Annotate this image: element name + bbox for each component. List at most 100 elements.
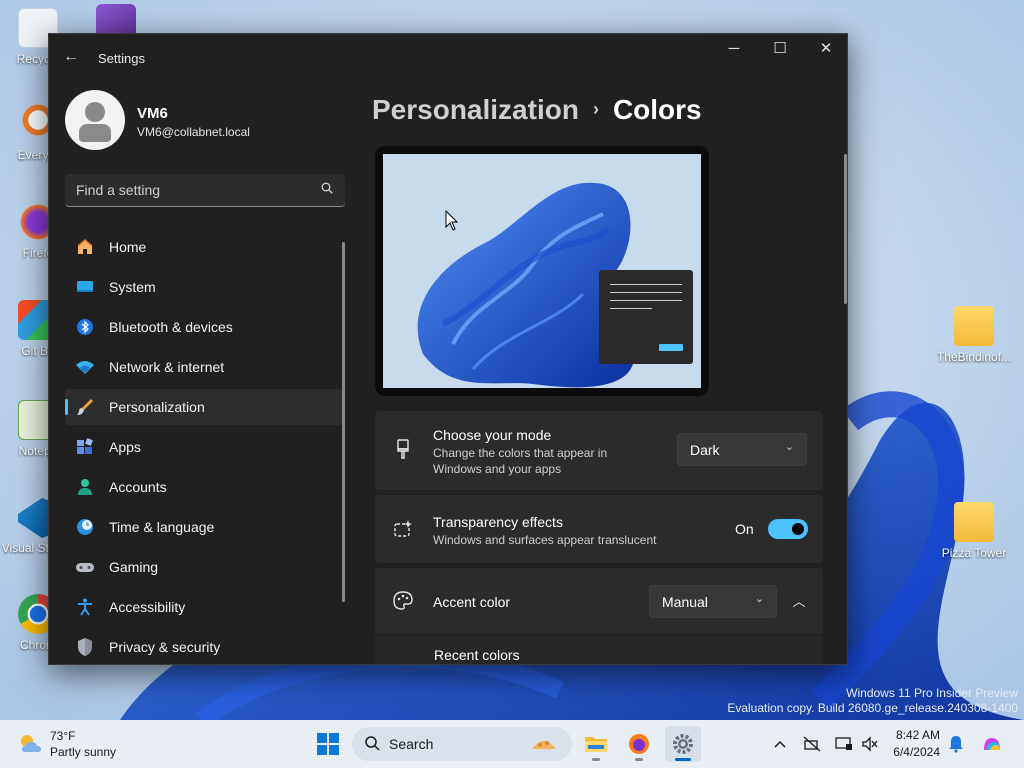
sidebar-item-apps[interactable]: Apps [65,429,343,465]
sidebar-scrollbar[interactable] [342,242,345,602]
profile-name: VM6 [137,105,168,122]
accent-title: Accent color [433,594,511,610]
sidebar-item-label: Gaming [109,559,159,575]
avatar-body [79,124,111,142]
sidebar-item-label: Home [109,239,147,255]
breadcrumb-parent[interactable]: Personalization [372,94,579,125]
avatar-head [85,102,105,122]
sidebar-item-accounts[interactable]: Accounts [65,469,343,505]
page-title: Colors [612,94,702,125]
chevron-right-icon: › [592,99,599,119]
taskbar-search-label: Search [389,736,434,752]
notification-bell-icon[interactable] [946,734,966,754]
gear-icon [673,734,693,754]
screen-icon[interactable] [834,734,854,754]
system-icon [77,281,93,292]
sidebar-item-label: System [109,279,156,295]
sidebar-item-label: Accessibility [109,599,186,615]
network-off-icon[interactable] [802,734,822,754]
brush-mode-icon [397,439,409,459]
accessibility-icon [78,598,92,616]
chevron-up-icon[interactable] [770,734,790,754]
folder-icon [585,737,607,752]
transparency-card: Transparency effects Windows and surface… [375,495,823,563]
sidebar-item-system[interactable]: System [65,269,343,305]
collapse-chevron-up-icon[interactable]: ︿ [787,590,811,614]
sidebar-item-bluetooth[interactable]: Bluetooth & devices [65,309,343,345]
search-input[interactable] [65,174,305,206]
preview-line [610,300,682,301]
transparency-subtitle: Windows and surfaces appear translucent [433,533,657,547]
sidebar-item-time-language[interactable]: Time & language [65,509,343,545]
title-bar: ← Settings ─ ☐ ✕ [49,34,847,82]
palette-icon [393,591,413,610]
clock-date[interactable]: 6/4/2024 [884,745,940,759]
accent-dropdown[interactable]: Manual ⌄ [649,585,777,618]
watermark-line-2: Evaluation copy. Build 26080.ge_release.… [727,701,1018,715]
running-indicator [592,758,600,761]
sidebar-item-gaming[interactable]: Gaming [65,549,343,585]
close-button[interactable]: ✕ [803,34,847,66]
evaluation-watermark: Windows 11 Pro Insider Preview Evaluatio… [727,686,1018,716]
theme-preview [375,146,709,396]
sidebar-item-home[interactable]: Home [65,229,343,265]
mouse-cursor-icon [445,210,459,231]
volume-mute-icon[interactable] [860,734,880,754]
transparency-title: Transparency effects [433,514,563,530]
transparency-toggle[interactable] [768,519,808,539]
chevron-down-icon: ⌄ [754,593,764,605]
sidebar-item-privacy-security[interactable]: Privacy & security [65,629,343,664]
running-indicator [675,758,691,761]
sidebar-item-personalization[interactable]: Personalization [65,389,343,425]
taskbar-settings[interactable] [665,726,701,762]
sidebar-item-network[interactable]: Network & internet [65,349,343,385]
settings-window: ← Settings ─ ☐ ✕ VM6 VM6@collabnet.local… [48,33,848,665]
minimize-button[interactable]: ─ [711,34,757,66]
accent-value: Manual [662,594,708,610]
avatar[interactable] [65,90,125,150]
transparency-toggle-label: On [735,521,754,537]
taskbar-file-explorer[interactable] [578,726,614,762]
sidebar-item-accessibility[interactable]: Accessibility [65,589,343,625]
taskbar-search[interactable]: Search [352,727,572,761]
running-indicator [635,758,643,761]
accent-color-card[interactable]: Accent color Manual ⌄ [375,568,823,634]
active-indicator [65,399,68,415]
desktop-icon-thebindinof[interactable]: TheBindinof... [936,306,1012,364]
sidebar-item-label: Time & language [109,519,215,535]
recent-colors-label: Recent colors [434,647,520,663]
mode-title: Choose your mode [433,427,552,443]
preview-window [599,270,693,364]
sidebar-item-label: Accounts [109,479,167,495]
brush-icon [77,399,93,415]
toggle-knob [792,523,804,535]
chevron-down-icon: ⌄ [784,441,794,453]
preview-line [610,284,682,285]
search-highlight-icon [532,741,556,749]
back-button[interactable]: ← [63,48,83,68]
taskbar-firefox[interactable] [621,726,657,762]
firefox-icon [629,734,649,754]
desktop-icon-pizza-tower[interactable]: Pizza Tower [936,502,1012,560]
partly-sunny-icon [21,735,41,752]
profile-email: VM6@collabnet.local [137,125,250,139]
maximize-button[interactable]: ☐ [757,34,803,66]
shield-icon [78,638,92,656]
search-icon [365,736,380,751]
weather-temperature: 73°F [50,729,76,743]
content-scrollbar[interactable] [844,154,847,304]
preview-line [610,308,652,309]
home-icon [77,239,93,254]
clock-time[interactable]: 8:42 AM [894,728,940,742]
person-icon [78,479,92,495]
copilot-icon[interactable] [980,732,1004,756]
search-icon[interactable] [321,182,333,197]
sidebar-item-label: Personalization [109,399,205,415]
sidebar-nav: Home System Bluetooth & devices Network … [65,229,343,664]
mode-dropdown[interactable]: Dark ⌄ [677,433,807,466]
start-button[interactable] [310,726,346,762]
breadcrumb: Personalization › Colors [372,94,702,126]
sidebar-item-label: Network & internet [109,359,225,375]
mode-value: Dark [690,442,720,458]
preview-accent-button [659,344,683,351]
